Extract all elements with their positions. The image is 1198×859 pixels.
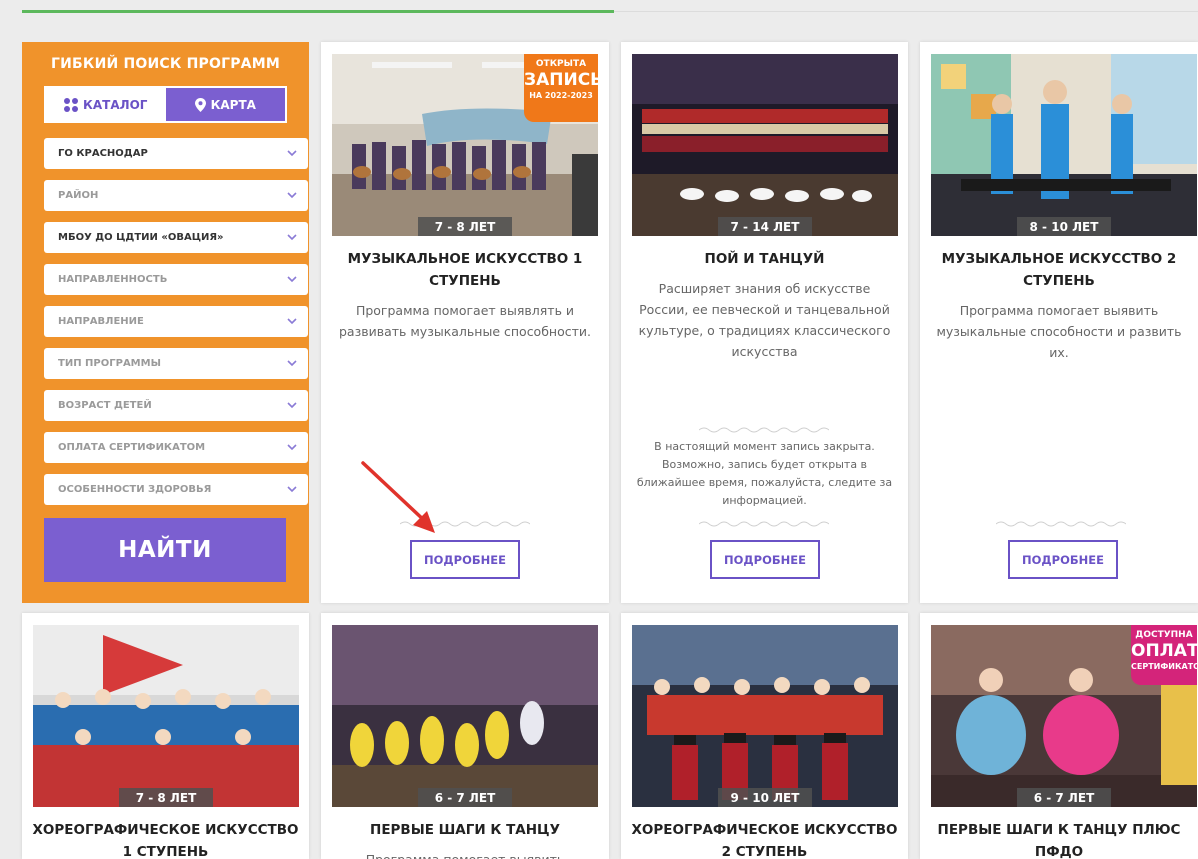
program-card[interactable]: 6 - 7 ЛЕТ ПЕРВЫЕ ШАГИ К ТАНЦУ Программа …: [321, 613, 609, 859]
age-badge: 7 - 14 ЛЕТ: [718, 217, 812, 236]
filter-organization-value: МБОУ ДО ЦДТИИ «ОВАЦИЯ»: [58, 232, 224, 243]
details-button[interactable]: ПОДРОБНЕЕ: [410, 540, 520, 579]
filter-program-type[interactable]: ТИП ПРОГРАММЫ: [44, 348, 308, 379]
program-photo-art: [632, 54, 898, 236]
tab-map-label: КАРТА: [210, 97, 256, 112]
filter-child-age-value: ВОЗРАСТ ДЕТЕЙ: [58, 400, 152, 411]
program-photo-art: [332, 625, 598, 807]
sidebar-title: ГИБКИЙ ПОИСК ПРОГРАММ: [51, 56, 280, 72]
program-photo: 7 - 8 ЛЕТ: [33, 625, 299, 807]
chevron-down-icon: [287, 360, 297, 367]
filter-certificate-payment-value: ОПЛАТА СЕРТИФИКАТОМ: [58, 442, 206, 453]
chevron-down-icon: [287, 192, 297, 199]
program-description: Расширяет знания об искусстве России, ее…: [638, 281, 891, 359]
program-card[interactable]: 7 - 8 ЛЕТ ХОРЕОГРАФИЧЕСКОЕ ИСКУССТВО 1 С…: [22, 613, 309, 859]
enrollment-closed-note: В настоящий момент запись закрыта. Возмо…: [636, 440, 893, 507]
filter-program-type-value: ТИП ПРОГРАММЫ: [58, 358, 161, 369]
badge-line-1: ОТКРЫТА: [535, 59, 587, 69]
program-description: Программа помогает выявить: [335, 849, 595, 859]
badge-line-3: СЕРТИФИКАТОМ: [1131, 662, 1197, 671]
filter-health-features-value: ОСОБЕННОСТИ ЗДОРОВЬЯ: [58, 484, 212, 495]
map-pin-icon: [194, 97, 206, 112]
chevron-down-icon: [287, 318, 297, 325]
program-card[interactable]: ДОСТУПНА ОПЛАТА СЕРТИФИКАТОМ 6 - 7 ЛЕТ П…: [920, 613, 1198, 859]
tab-catalog-label: КАТАЛОГ: [83, 97, 148, 112]
badge-line-3: НА 2022-2023: [529, 91, 593, 100]
tab-divider: [614, 11, 1198, 12]
age-badge: 7 - 8 ЛЕТ: [119, 788, 213, 807]
program-photo: ОТКРЫТА ЗАПИСЬ НА 2022-2023 7 - 8 ЛЕТ: [332, 54, 598, 236]
badge-line-2: ОПЛАТА: [1131, 641, 1197, 661]
program-photo: ДОСТУПНА ОПЛАТА СЕРТИФИКАТОМ 6 - 7 ЛЕТ: [931, 625, 1197, 807]
program-title[interactable]: ПОЙ И ТАНЦУЙ: [631, 248, 898, 270]
program-card[interactable]: 7 - 14 ЛЕТ ПОЙ И ТАНЦУЙ Расширяет знания…: [621, 42, 908, 603]
filter-direction-value: НАПРАВЛЕНИЕ: [58, 316, 144, 327]
chevron-down-icon: [287, 276, 297, 283]
badge-line-1: ДОСТУПНА: [1135, 630, 1193, 640]
filter-district-value: РАЙОН: [58, 190, 99, 201]
red-arrow-annotation: [361, 461, 435, 533]
badge-line-2: ЗАПИСЬ: [524, 70, 598, 90]
program-photo: 8 - 10 ЛЕТ: [931, 54, 1197, 236]
age-badge: 9 - 10 ЛЕТ: [718, 788, 812, 807]
details-button[interactable]: ПОДРОБНЕЕ: [1008, 540, 1118, 579]
program-title[interactable]: ПЕРВЫЕ ШАГИ К ТАНЦУ: [331, 819, 599, 841]
chevron-down-icon: [287, 234, 297, 241]
wavy-divider: [996, 521, 1126, 527]
program-title[interactable]: МУЗЫКАЛЬНОЕ ИСКУССТВО 1 СТУПЕНЬ: [331, 248, 599, 292]
active-tab-underline: [22, 10, 614, 13]
program-title[interactable]: МУЗЫКАЛЬНОЕ ИСКУССТВО 2 СТУПЕНЬ: [930, 248, 1188, 292]
certificate-payment-badge: ДОСТУПНА ОПЛАТА СЕРТИФИКАТОМ: [1131, 625, 1197, 685]
program-card[interactable]: 8 - 10 ЛЕТ МУЗЫКАЛЬНОЕ ИСКУССТВО 2 СТУПЕ…: [920, 42, 1198, 603]
details-button[interactable]: ПОДРОБНЕЕ: [710, 540, 820, 579]
program-title[interactable]: ПЕРВЫЕ ШАГИ К ТАНЦУ ПЛЮС ПФДО: [930, 819, 1188, 859]
filter-health-features[interactable]: ОСОБЕННОСТИ ЗДОРОВЬЯ: [44, 474, 308, 505]
program-description: Программа помогает выявлять и развивать …: [339, 303, 591, 339]
program-title[interactable]: ХОРЕОГРАФИЧЕСКОЕ ИСКУССТВО 2 СТУПЕНЬ: [631, 819, 898, 859]
filter-focus[interactable]: НАПРАВЛЕННОСТЬ: [44, 264, 308, 295]
program-card[interactable]: 9 - 10 ЛЕТ ХОРЕОГРАФИЧЕСКОЕ ИСКУССТВО 2 …: [621, 613, 908, 859]
program-description: Программа помогает выявить музыкальные с…: [936, 303, 1182, 360]
find-button[interactable]: НАЙТИ: [44, 518, 286, 582]
program-photo: 7 - 14 ЛЕТ: [632, 54, 898, 236]
age-badge: 6 - 7 ЛЕТ: [418, 788, 512, 807]
chevron-down-icon: [287, 150, 297, 157]
program-photo-art: [931, 54, 1197, 236]
tab-map[interactable]: КАРТА: [166, 88, 286, 121]
program-photo-art: [33, 625, 299, 807]
filter-organization[interactable]: МБОУ ДО ЦДТИИ «ОВАЦИЯ»: [44, 222, 308, 253]
filter-focus-value: НАПРАВЛЕННОСТЬ: [58, 274, 168, 285]
program-photo-art: [632, 625, 898, 807]
wavy-divider: [699, 427, 829, 433]
search-sidebar: ГИБКИЙ ПОИСК ПРОГРАММ КАТАЛОГ КАРТА ГО К…: [22, 42, 309, 603]
program-photo: 9 - 10 ЛЕТ: [632, 625, 898, 807]
filter-city-value: ГО КРАСНОДАР: [58, 148, 148, 159]
view-tabs: КАТАЛОГ КАРТА: [44, 86, 287, 123]
age-badge: 7 - 8 ЛЕТ: [418, 217, 512, 236]
grid-icon: [64, 97, 79, 112]
chevron-down-icon: [287, 402, 297, 409]
filter-district[interactable]: РАЙОН: [44, 180, 308, 211]
age-badge: 8 - 10 ЛЕТ: [1017, 217, 1111, 236]
filter-city[interactable]: ГО КРАСНОДАР: [44, 138, 308, 169]
chevron-down-icon: [287, 444, 297, 451]
program-title[interactable]: ХОРЕОГРАФИЧЕСКОЕ ИСКУССТВО 1 СТУПЕНЬ: [32, 819, 299, 859]
wavy-divider: [699, 521, 829, 527]
filter-direction[interactable]: НАПРАВЛЕНИЕ: [44, 306, 308, 337]
program-photo: 6 - 7 ЛЕТ: [332, 625, 598, 807]
enrollment-open-badge: ОТКРЫТА ЗАПИСЬ НА 2022-2023: [524, 54, 598, 122]
filter-child-age[interactable]: ВОЗРАСТ ДЕТЕЙ: [44, 390, 308, 421]
filter-certificate-payment[interactable]: ОПЛАТА СЕРТИФИКАТОМ: [44, 432, 308, 463]
chevron-down-icon: [287, 486, 297, 493]
tab-catalog[interactable]: КАТАЛОГ: [46, 88, 166, 121]
age-badge: 6 - 7 ЛЕТ: [1017, 788, 1111, 807]
